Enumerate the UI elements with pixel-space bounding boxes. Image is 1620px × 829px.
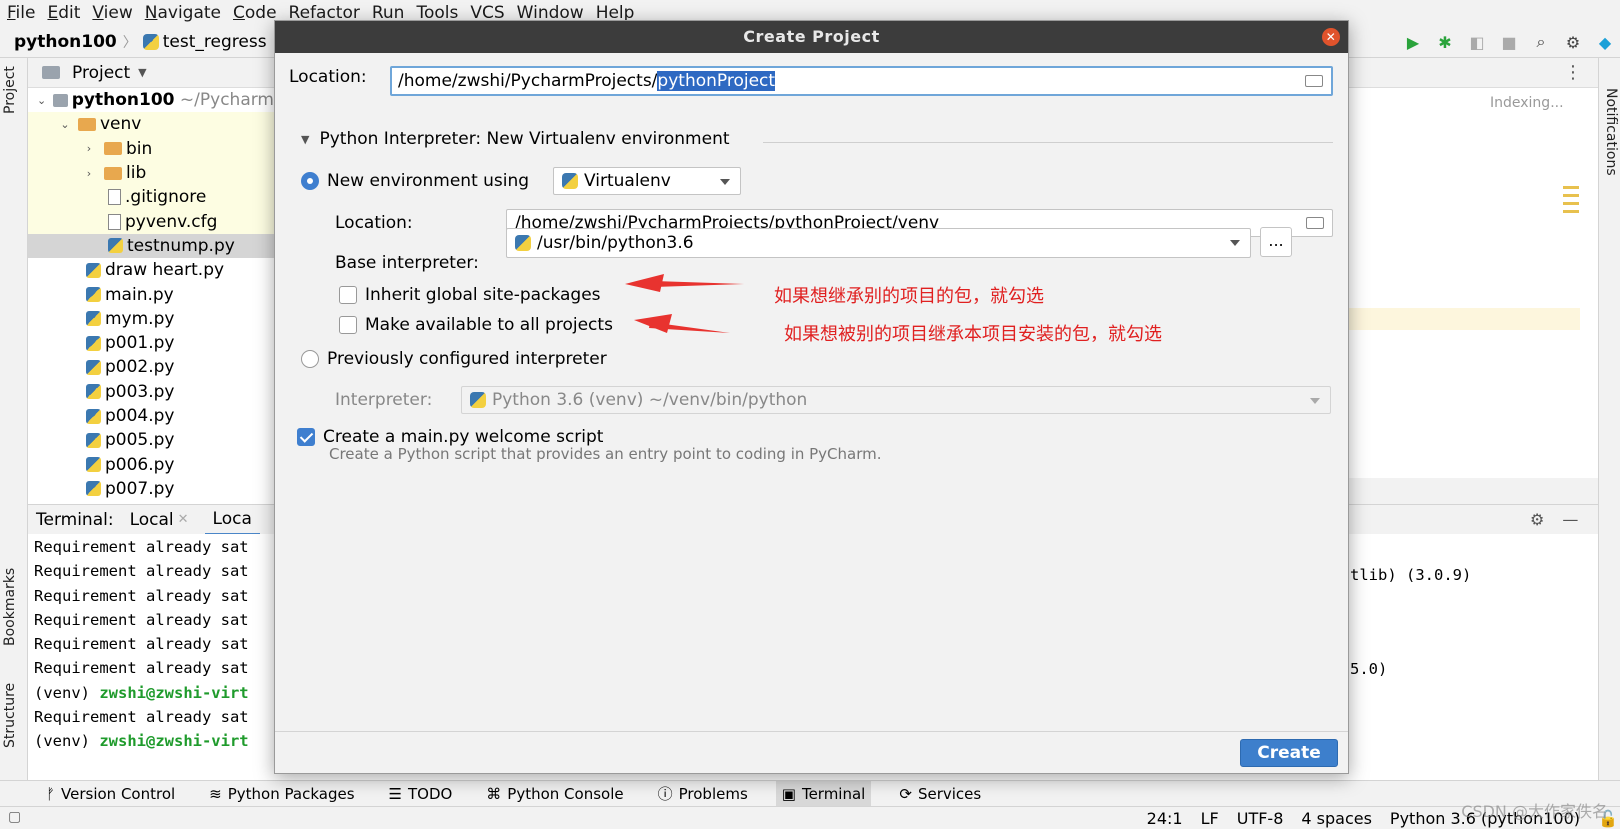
annotation-note-available: 如果想被别的项目继承本项目安装的包，就勾选: [784, 324, 1162, 345]
annotation-arrow-2-head: [634, 314, 672, 333]
annotation-arrows: [625, 274, 744, 333]
annotation-note-inherit: 如果想继承别的项目的包，就勾选: [774, 286, 1044, 307]
annotation-arrow-1: [654, 281, 744, 287]
annotation-arrow-1-head: [625, 274, 664, 292]
